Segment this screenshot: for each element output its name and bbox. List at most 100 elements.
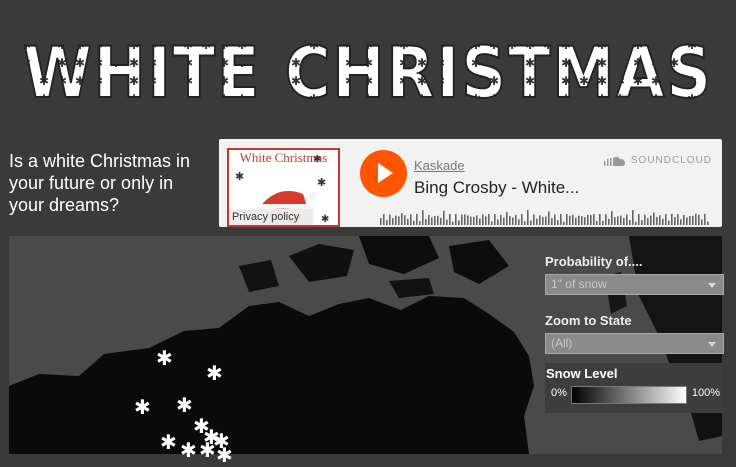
waveform-bar — [626, 214, 628, 225]
waveform-bar — [434, 216, 436, 225]
waveform-bar — [446, 219, 448, 225]
waveform-bar — [698, 214, 700, 225]
snowflake-marker-icon[interactable]: ✱ — [134, 398, 151, 418]
waveform-bar — [428, 214, 430, 225]
waveform-bar — [617, 216, 619, 225]
waveform-bar — [416, 214, 418, 225]
waveform-bar — [575, 217, 577, 225]
waveform-bar — [392, 218, 394, 225]
waveform-bar — [524, 221, 526, 225]
waveform-bar — [632, 210, 634, 225]
waveform-bar — [644, 214, 646, 225]
waveform-bar — [668, 220, 670, 225]
waveform-bar — [398, 216, 400, 225]
waveform-bar — [563, 221, 565, 225]
waveform-bar — [689, 216, 691, 225]
waveform-bar — [485, 216, 487, 225]
svg-text:✱: ✱ — [317, 177, 326, 189]
waveform-bar — [464, 214, 466, 225]
legend-gradient — [571, 386, 687, 404]
soundcloud-logo[interactable]: SOUNDCLOUD — [603, 155, 712, 166]
intro-text: Is a white Christmas in your future or o… — [9, 151, 191, 215]
waveform-bar — [515, 214, 517, 225]
waveform-bar — [620, 215, 622, 225]
waveform-bar — [500, 214, 502, 225]
waveform-bar — [380, 218, 382, 225]
snowflake-marker-icon[interactable]: ✱ — [156, 349, 173, 369]
waveform[interactable] — [380, 209, 712, 225]
waveform-bar — [401, 213, 403, 225]
waveform-bar — [482, 214, 484, 225]
waveform-bar — [587, 215, 589, 225]
waveform-bar — [497, 219, 499, 225]
waveform-bar — [461, 214, 463, 225]
waveform-bar — [431, 217, 433, 225]
privacy-policy-link[interactable]: Privacy policy — [229, 209, 313, 225]
page-title: WHITE CHRISTMAS — [23, 32, 713, 114]
waveform-bar — [542, 216, 544, 225]
snow-level-legend: Snow Level 0% 100% — [545, 363, 722, 413]
waveform-bar — [623, 217, 625, 225]
waveform-bar — [443, 210, 445, 225]
waveform-bar — [488, 214, 490, 225]
snowflake-marker-icon[interactable]: ✱ — [160, 433, 177, 453]
waveform-bar — [518, 219, 520, 225]
waveform-bar — [395, 215, 397, 225]
legend-max-label: 100% — [691, 387, 720, 399]
waveform-bar — [383, 214, 385, 225]
svg-text:✱: ✱ — [313, 154, 321, 165]
waveform-bar — [449, 214, 451, 225]
svg-text:✱: ✱ — [235, 171, 244, 183]
waveform-bar — [650, 215, 652, 225]
waveform-bar — [656, 216, 658, 225]
waveform-bar — [671, 214, 673, 225]
waveform-bar — [458, 220, 460, 225]
snowflake-marker-icon[interactable]: ✱ — [176, 396, 193, 416]
waveform-bar — [548, 211, 550, 225]
chevron-down-icon — [708, 342, 716, 347]
snowflake-marker-icon[interactable]: ✱ — [216, 446, 233, 466]
play-button[interactable] — [360, 150, 407, 197]
snowflake-marker-icon[interactable]: ✱ — [206, 364, 223, 384]
soundcloud-cloud-icon — [603, 156, 625, 166]
artist-link[interactable]: Kaskade — [414, 158, 465, 173]
waveform-bar — [599, 214, 601, 225]
waveform-bar — [602, 220, 604, 225]
track-title[interactable]: Bing Crosby - White... — [414, 178, 579, 198]
waveform-bar — [527, 210, 529, 225]
waveform-bar — [590, 215, 592, 225]
waveform-bar — [512, 217, 514, 225]
waveform-bar — [560, 214, 562, 225]
waveform-bar — [641, 220, 643, 225]
waveform-bar — [701, 219, 703, 225]
snowflake-marker-icon[interactable]: ✱ — [180, 441, 197, 461]
waveform-bar — [539, 215, 541, 225]
waveform-bar — [476, 215, 478, 225]
waveform-bar — [596, 221, 598, 225]
zoom-state-select[interactable]: (All) — [545, 333, 724, 354]
snowflake-marker-icon[interactable]: ✱ — [199, 441, 216, 461]
waveform-bar — [578, 215, 580, 225]
waveform-bar — [695, 213, 697, 225]
waveform-bar — [674, 217, 676, 225]
waveform-bar — [413, 220, 415, 225]
legend-min-label: 0% — [551, 387, 567, 399]
soundcloud-player: White Christmas ✱ ✱ ✱ ✱ Privacy policy K… — [219, 139, 722, 227]
probability-value: 1" of snow — [551, 277, 607, 291]
waveform-bar — [386, 219, 388, 225]
waveform-bar — [506, 211, 508, 225]
soundcloud-brand: SOUNDCLOUD — [630, 155, 712, 166]
waveform-bar — [704, 214, 706, 225]
waveform-bar — [638, 214, 640, 225]
legend-title: Snow Level — [546, 366, 618, 381]
waveform-bar — [566, 214, 568, 225]
waveform-bar — [551, 218, 553, 225]
waveform-bar — [452, 221, 454, 225]
waveform-bar — [410, 214, 412, 225]
waveform-bar — [491, 221, 493, 225]
waveform-bar — [554, 214, 556, 225]
album-artwork[interactable]: White Christmas ✱ ✱ ✱ ✱ Privacy policy — [227, 148, 340, 227]
waveform-bar — [467, 215, 469, 225]
probability-select[interactable]: 1" of snow — [545, 274, 724, 295]
waveform-bar — [536, 218, 538, 225]
